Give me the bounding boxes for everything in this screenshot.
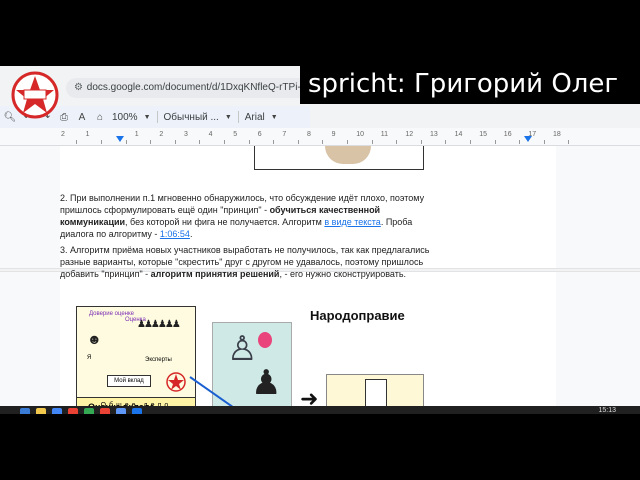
speaker-banner: spricht: Григорий Олег bbox=[300, 64, 640, 104]
ruler-tick bbox=[273, 140, 275, 144]
video-letterbox-top bbox=[0, 0, 640, 64]
ruler-number: 14 bbox=[454, 131, 463, 138]
url-text: docs.google.com/document/d/1DxqKNfleQ-rT… bbox=[86, 82, 310, 93]
ruler-tick bbox=[322, 140, 324, 144]
spellcheck-icon[interactable]: A bbox=[76, 111, 88, 123]
ruler-number: 17 bbox=[528, 131, 537, 138]
paragraph-3[interactable]: 3. Алгоритм приёма новых участников выра… bbox=[60, 244, 440, 280]
ruler-number: 1 bbox=[134, 131, 139, 138]
paragraph-bold: алгоритм принятия решений bbox=[150, 269, 280, 279]
flowchart-box bbox=[365, 379, 387, 409]
left-indent-marker[interactable] bbox=[116, 136, 124, 142]
my-contribution-box: Мой вклад bbox=[107, 375, 151, 387]
chevron-down-icon[interactable]: ▼ bbox=[144, 114, 151, 121]
ruler-number: 4 bbox=[208, 131, 213, 138]
logo-icon bbox=[166, 372, 186, 392]
balloon-icon bbox=[258, 332, 272, 348]
ruler-tick bbox=[519, 140, 521, 144]
style-select[interactable]: Обычный ... bbox=[164, 112, 219, 123]
paragraph-2[interactable]: 2. При выполнении п.1 мгновенно обнаружи… bbox=[60, 192, 440, 240]
contribution-diagram[interactable]: Доверие оценке Оценка ☻ Я ♟♟♟♟♟♟ Эксперт… bbox=[76, 306, 196, 414]
ruler-number: 2 bbox=[61, 131, 65, 138]
ruler-tick bbox=[76, 140, 78, 144]
ruler-number: 8 bbox=[307, 131, 311, 138]
browser-chrome-right bbox=[310, 104, 640, 128]
ruler-tick bbox=[445, 140, 447, 144]
video-letterbox-bottom bbox=[0, 414, 640, 480]
paragraph-text: , - его нужно сконструировать. bbox=[279, 269, 407, 279]
experts-icon: ♟♟♟♟♟♟ bbox=[137, 319, 181, 330]
ruler-tick bbox=[469, 140, 471, 144]
ruler-tick bbox=[199, 140, 201, 144]
image-content bbox=[325, 146, 371, 164]
toolbar-divider bbox=[156, 111, 158, 123]
ruler-tick bbox=[248, 140, 250, 144]
toolbar-divider bbox=[237, 111, 239, 123]
ruler-tick bbox=[100, 140, 102, 144]
timestamp-link[interactable]: 1:06:54 bbox=[160, 229, 190, 239]
ruler-tick bbox=[150, 140, 152, 144]
person-icon: ☻ bbox=[87, 331, 102, 347]
embedded-image-top[interactable] bbox=[254, 146, 424, 170]
ruler-number: 7 bbox=[282, 131, 287, 138]
section-heading: Народоправие bbox=[310, 308, 405, 323]
ruler-tick bbox=[371, 140, 373, 144]
ruler-number: 16 bbox=[503, 131, 512, 138]
logo-icon bbox=[11, 71, 59, 119]
experts-label: Эксперты bbox=[145, 357, 172, 363]
paragraph-text: , без которой ни фига не получается. Алг… bbox=[125, 217, 325, 227]
ruler-number: 18 bbox=[553, 131, 561, 138]
ruler-number: 15 bbox=[479, 131, 487, 138]
text-link[interactable]: в виде текста bbox=[324, 217, 380, 227]
ruler-tick bbox=[494, 140, 496, 144]
ruler-number: 6 bbox=[257, 131, 262, 138]
ruler-number: 1 bbox=[85, 131, 90, 138]
chevron-down-icon[interactable]: ▼ bbox=[271, 114, 278, 121]
ruler-tick bbox=[543, 140, 545, 144]
ruler-number: 12 bbox=[405, 131, 414, 138]
ruler-tick bbox=[174, 140, 176, 144]
ruler-number: 13 bbox=[430, 131, 438, 138]
ruler-tick bbox=[396, 140, 398, 144]
ruler-tick bbox=[125, 140, 127, 144]
ruler-tick bbox=[420, 140, 422, 144]
ruler-number: 10 bbox=[356, 131, 364, 138]
font-select[interactable]: Arial bbox=[245, 112, 265, 123]
paragraph-text: . bbox=[189, 229, 193, 239]
document-canvas: 2. При выполнении п.1 мгновенно обнаружи… bbox=[0, 146, 640, 414]
ruler-tick bbox=[297, 140, 299, 144]
paint-format-icon[interactable]: ⌂ bbox=[94, 111, 106, 123]
person-icon: ♟ bbox=[251, 364, 282, 402]
site-info-icon[interactable]: ⚙ bbox=[74, 78, 84, 98]
me-label: Я bbox=[87, 355, 92, 361]
ruler-number: 11 bbox=[380, 131, 389, 138]
ruler-number: 5 bbox=[233, 131, 238, 138]
ruler-tick bbox=[568, 140, 570, 144]
ruler-tick bbox=[223, 140, 225, 144]
chevron-down-icon[interactable]: ▼ bbox=[225, 114, 232, 121]
ruler-tick bbox=[346, 140, 348, 144]
ruler-number: 3 bbox=[184, 131, 188, 138]
ruler[interactable]: 2 1 1 2 3 4 5 6 7 8 9 10 11 12 13 14 15 16 17 18 bbox=[0, 128, 640, 146]
ruler-number: 2 bbox=[159, 131, 164, 138]
zoom-select[interactable]: 100% bbox=[112, 112, 138, 123]
ruler-number: 9 bbox=[331, 131, 336, 138]
address-bar[interactable]: ⚙ docs.google.com/document/d/1DxqKNfleQ-… bbox=[66, 78, 310, 98]
